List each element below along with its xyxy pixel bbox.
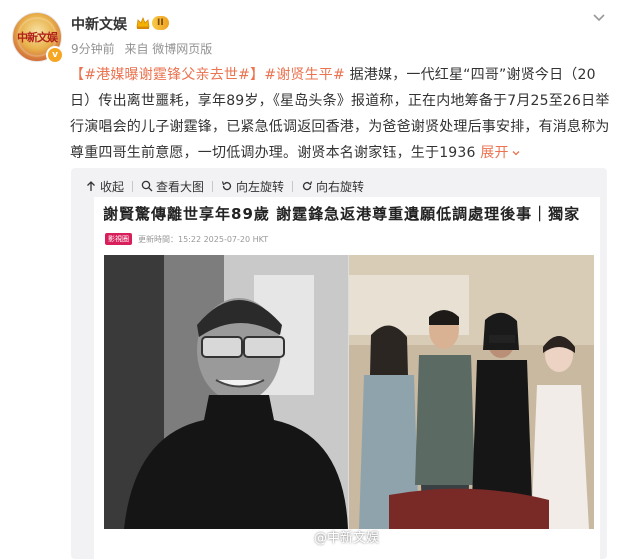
- expand-label: 展开: [480, 145, 509, 161]
- source-logo: 影視圈: [105, 233, 132, 245]
- user-name[interactable]: 中新文娱: [71, 14, 127, 34]
- post-time[interactable]: 9分钟前: [71, 42, 115, 56]
- expand-link[interactable]: 展开: [480, 145, 520, 161]
- search-icon: [141, 180, 153, 192]
- weibo-logo-icon: [294, 530, 311, 544]
- source-meta: 更新時間：15:22 2025-07-20 HKT: [138, 234, 269, 244]
- topic-link-biography[interactable]: #谢贤生平#: [264, 67, 345, 83]
- vip-level: II: [152, 16, 169, 30]
- crown-icon: [136, 16, 150, 29]
- post-source: 来自 微博网页版: [124, 42, 213, 56]
- collapse-label: 收起: [100, 179, 125, 194]
- chevron-down-icon[interactable]: [590, 8, 608, 26]
- rotate-right-button[interactable]: 向右旋转: [301, 178, 364, 195]
- topic-link-father-passed[interactable]: 【#港媒曝谢霆锋父亲去世#】: [70, 67, 264, 83]
- rotate-right-icon: [302, 181, 313, 191]
- vip-badge[interactable]: II: [135, 14, 169, 32]
- verified-badge-icon: v: [46, 46, 64, 64]
- rotate-right-label: 向右旋转: [316, 179, 365, 194]
- rotate-left-button[interactable]: 向左旋转: [221, 178, 284, 195]
- group-photo: [349, 255, 594, 529]
- rotate-left-label: 向左旋转: [236, 179, 285, 194]
- post-text: 【#港媒曝谢霆锋父亲去世#】#谢贤生平# 据港媒，一代红星“四哥”谢贤今日（20…: [70, 62, 610, 166]
- image-toolbar: 收起 查看大图 向左旋转 向右旋转: [85, 176, 364, 196]
- article-image[interactable]: 謝賢驚傳離世享年89歲 謝霆鋒急返港尊重遺願低調處理後事｜獨家 影視圈 更新時間…: [94, 197, 600, 559]
- view-large-label: 查看大图: [156, 179, 205, 194]
- weibo-watermark: @中新文娱: [294, 527, 379, 546]
- view-large-button[interactable]: 查看大图: [141, 178, 204, 195]
- watermark-text: @中新文娱: [314, 531, 380, 546]
- media-card: 收起 查看大图 向左旋转 向右旋转 謝賢驚傳離世享年89歲 謝霆鋒急返港尊重遺願…: [71, 168, 607, 559]
- post-meta: 9分钟前 来自 微博网页版: [71, 40, 212, 57]
- toolbar-divider: [212, 180, 214, 192]
- chevron-down-icon: [512, 151, 520, 156]
- toolbar-divider: [132, 180, 134, 192]
- rotate-left-icon: [221, 181, 232, 191]
- toolbar-divider: [292, 180, 294, 192]
- article-source: 影視圈 更新時間：15:22 2025-07-20 HKT: [105, 233, 268, 245]
- collapse-up-icon: [87, 181, 95, 191]
- collapse-button[interactable]: 收起: [85, 178, 124, 195]
- portrait-photo: [104, 255, 348, 529]
- article-headline: 謝賢驚傳離世享年89歲 謝霆鋒急返港尊重遺願低調處理後事｜獨家: [103, 205, 581, 223]
- avatar-logo-text: 中新文娱: [17, 31, 58, 44]
- news-photo: [104, 255, 594, 529]
